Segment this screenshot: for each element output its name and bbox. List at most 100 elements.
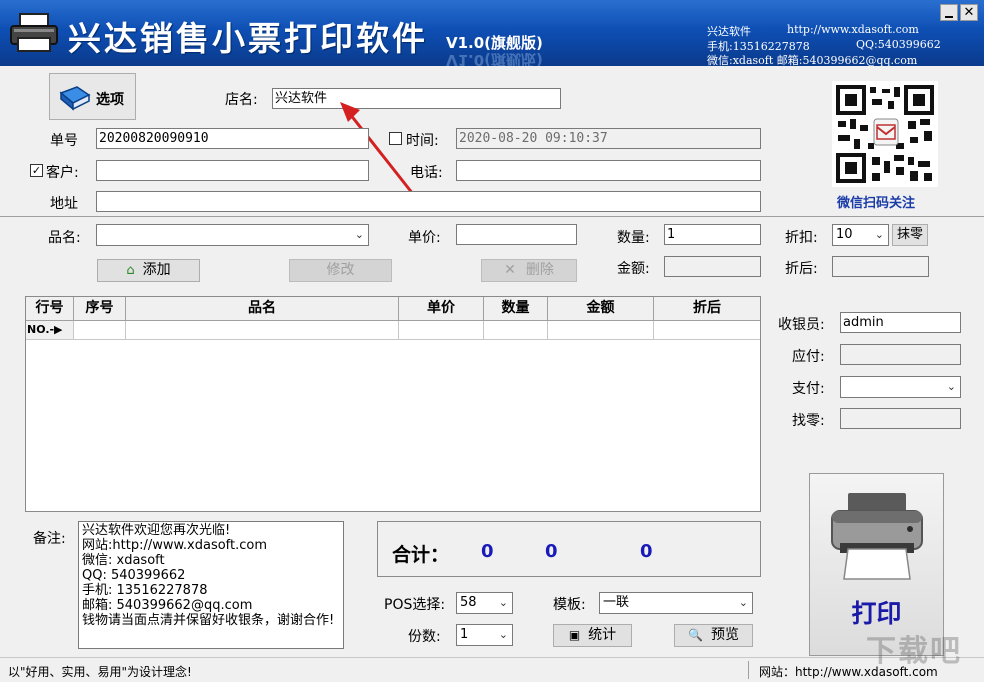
- change-label: 找零:: [792, 410, 825, 430]
- table-cell[interactable]: [74, 321, 126, 340]
- header-company: 兴达软件: [707, 23, 751, 39]
- items-grid[interactable]: 行号 序号 品名 单价 数量 金额 折后 NO.-▶: [25, 296, 761, 512]
- customer-input[interactable]: [96, 160, 369, 181]
- column-header-after[interactable]: 折后: [654, 297, 760, 321]
- totals-panel: 合计： 0 0 0: [377, 521, 761, 577]
- discount-label: 折扣:: [785, 227, 818, 247]
- stats-button[interactable]: ▣统计: [553, 624, 632, 647]
- delete-button[interactable]: ✕ 删除: [481, 259, 577, 282]
- template-label: 模板:: [553, 594, 586, 614]
- add-button[interactable]: ⌂ 添加: [97, 259, 200, 282]
- edit-button[interactable]: 修改: [289, 259, 392, 282]
- column-header-seq[interactable]: 序号: [74, 297, 126, 321]
- change-input[interactable]: [840, 408, 961, 429]
- table-cell[interactable]: [548, 321, 654, 340]
- shop-name-label: 店名:: [225, 89, 258, 109]
- book-icon: [59, 85, 91, 115]
- status-separator: [748, 661, 749, 679]
- chevron-down-icon: ⌄: [355, 225, 364, 245]
- discount-select[interactable]: 10 ⌄: [832, 224, 889, 246]
- delete-label: 删除: [526, 262, 554, 278]
- pos-select[interactable]: 58 ⌄: [456, 592, 513, 614]
- paid-label: 支付:: [792, 378, 825, 398]
- column-header-name[interactable]: 品名: [126, 297, 399, 321]
- chevron-down-icon: ⌄: [499, 625, 508, 645]
- copies-select[interactable]: 1 ⌄: [456, 624, 513, 646]
- customer-checkbox[interactable]: ✓: [30, 164, 43, 177]
- status-slogan: 以"好用、实用、易用"为设计理念!: [8, 663, 192, 680]
- memo-line: 兴达软件欢迎您再次光临!: [82, 523, 340, 538]
- options-button[interactable]: 选项: [49, 73, 136, 120]
- header-qq: QQ:540399662: [856, 38, 941, 51]
- close-button[interactable]: ✕: [960, 4, 978, 21]
- preview-button[interactable]: 🔍 预览: [674, 624, 753, 647]
- order-number-label: 单号: [50, 130, 78, 150]
- paid-select[interactable]: ⌄: [840, 376, 961, 398]
- memo-textarea[interactable]: 兴达软件欢迎您再次光临! 网站:http://www.xdasoft.com 微…: [78, 521, 344, 649]
- add-label: 添加: [143, 262, 171, 278]
- app-title: 兴达销售小票打印软件: [68, 12, 428, 60]
- copies-label: 份数:: [408, 626, 441, 646]
- chevron-down-icon: ⌄: [875, 225, 884, 245]
- time-label: 时间:: [406, 130, 439, 150]
- app-version-reflection: V1.0(旗舰版): [446, 50, 543, 66]
- pos-value: 58: [460, 595, 477, 610]
- qr-caption: 微信扫码关注: [837, 192, 915, 211]
- table-cell[interactable]: [654, 321, 760, 340]
- printer-logo-icon: [8, 12, 60, 54]
- unit-price-label: 单价:: [408, 227, 441, 247]
- round-off-button[interactable]: 抹零: [892, 224, 928, 246]
- payable-input[interactable]: [840, 344, 961, 365]
- chevron-down-icon: ⌄: [499, 593, 508, 613]
- row-indicator[interactable]: NO.-▶: [26, 321, 74, 340]
- title-bar[interactable]: 兴达销售小票打印软件 V1.0(旗舰版) V1.0(旗舰版) 兴达软件 http…: [0, 0, 984, 66]
- preview-icon: 🔍: [688, 628, 703, 642]
- template-select[interactable]: 一联 ⌄: [599, 592, 753, 614]
- customer-label: 客户:: [46, 162, 79, 182]
- amount-input[interactable]: [664, 256, 761, 277]
- pos-label: POS选择:: [384, 594, 445, 614]
- after-discount-label: 折后:: [785, 258, 818, 278]
- total-after: 0: [640, 541, 653, 562]
- unit-price-input[interactable]: [456, 224, 577, 245]
- copies-value: 1: [460, 627, 468, 642]
- column-header-amount[interactable]: 金额: [548, 297, 654, 321]
- memo-label: 备注:: [33, 528, 66, 548]
- time-input[interactable]: 2020-08-20 09:10:37: [456, 128, 761, 149]
- memo-line: 手机: 13516227878: [82, 583, 340, 598]
- product-name-select[interactable]: ⌄: [96, 224, 369, 246]
- after-discount-input[interactable]: [832, 256, 929, 277]
- phone-input[interactable]: [456, 160, 761, 181]
- quantity-input[interactable]: 1: [664, 224, 761, 245]
- cashier-input[interactable]: admin: [840, 312, 961, 333]
- order-number-input[interactable]: 20200820090910: [96, 128, 369, 149]
- chevron-down-icon: ⌄: [947, 377, 956, 397]
- memo-line: 微信: xdasoft: [82, 553, 340, 568]
- time-checkbox[interactable]: [389, 132, 402, 145]
- header-wechat-email: 微信:xdasoft 邮箱:540399662@qq.com: [707, 52, 917, 66]
- preview-label: 预览: [711, 627, 739, 643]
- template-value: 一联: [603, 595, 629, 610]
- home-icon: ⌂: [126, 263, 134, 278]
- table-cell[interactable]: [399, 321, 484, 340]
- printer-icon: [826, 489, 928, 585]
- cashier-label: 收银员:: [778, 314, 825, 334]
- total-label: 合计：: [392, 540, 449, 567]
- address-label: 地址: [50, 193, 78, 213]
- column-header-price[interactable]: 单价: [399, 297, 484, 321]
- options-label: 选项: [96, 89, 124, 109]
- phone-label: 电话:: [410, 162, 443, 182]
- minimize-button[interactable]: [940, 4, 958, 21]
- column-header-row-no[interactable]: 行号: [26, 297, 74, 321]
- stats-label: 统计: [588, 627, 616, 643]
- column-header-qty[interactable]: 数量: [484, 297, 548, 321]
- memo-line: 邮箱: 540399662@qq.com: [82, 598, 340, 613]
- header-website: http://www.xdasoft.com: [787, 23, 919, 36]
- table-cell[interactable]: [484, 321, 548, 340]
- print-label: 打印: [810, 594, 943, 630]
- address-input[interactable]: [96, 191, 761, 212]
- table-cell[interactable]: [126, 321, 399, 340]
- delete-x-icon: ✕: [504, 262, 516, 278]
- memo-line: QQ: 540399662: [82, 568, 340, 583]
- status-bar: 以"好用、实用、易用"为设计理念! 网站：http://www.xdasoft.…: [0, 657, 984, 682]
